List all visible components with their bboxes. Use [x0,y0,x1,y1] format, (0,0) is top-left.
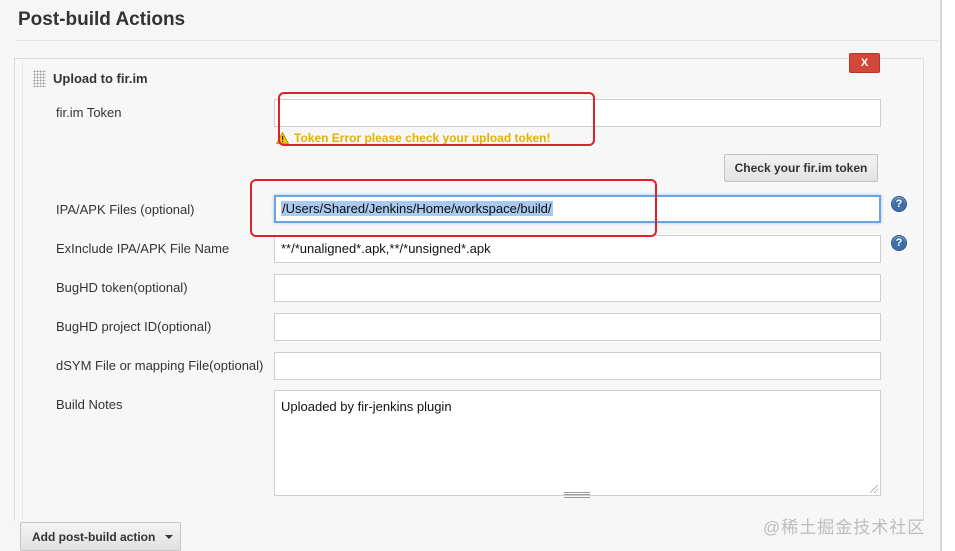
textarea-splitter-icon[interactable] [564,492,590,498]
plugin-title: Upload to fir.im [53,71,148,86]
chevron-down-icon [165,534,174,539]
add-post-build-action-button[interactable]: Add post-build action [20,522,181,551]
delete-step-button[interactable]: X [849,53,880,73]
annotation-box-token [278,92,595,146]
build-notes-label: Build Notes [56,397,123,412]
exclude-label: ExInclude IPA/APK File Name [56,241,230,256]
section-title: Post-build Actions [18,9,186,30]
dsym-label: dSYM File or mapping File(optional) [56,358,264,373]
bughd-project-label: BugHD project ID(optional) [56,319,212,334]
ipa-files-label: IPA/APK Files (optional) [56,202,195,217]
resize-grip-icon[interactable] [870,485,878,493]
build-notes-value: Uploaded by fir-jenkins plugin [281,399,452,414]
drag-handle-icon[interactable] [33,70,46,87]
check-token-button[interactable]: Check your fir.im token [724,154,878,182]
exclude-input[interactable]: **/*unaligned*.apk,**/*unsigned*.apk [274,235,881,263]
page-edge [940,0,942,551]
token-label: fir.im Token [56,105,122,120]
annotation-box-ipa [250,179,657,237]
bughd-token-label: BugHD token(optional) [56,280,188,295]
build-notes-textarea[interactable]: Uploaded by fir-jenkins plugin [274,390,881,496]
watermark: @稀土掘金技术社区 [763,518,926,537]
ipa-help-icon[interactable]: ? [891,196,907,212]
exclude-help-icon[interactable]: ? [891,235,907,251]
bughd-token-input[interactable] [274,274,881,302]
bughd-project-input[interactable] [274,313,881,341]
dsym-input[interactable] [274,352,881,380]
add-action-label: Add post-build action [32,529,156,544]
title-divider [16,40,938,41]
